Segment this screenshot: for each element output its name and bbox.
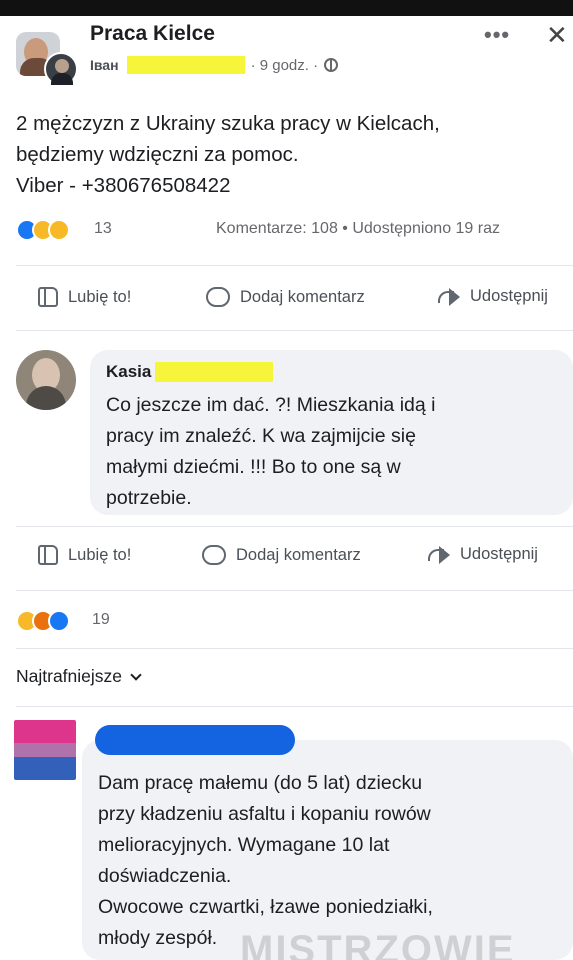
avatar-stack[interactable] (16, 30, 82, 86)
comment-share-button[interactable]: Udostępnij (428, 545, 538, 564)
comment-line: Co jeszcze im dać. ?! Mieszkania idą i (106, 394, 436, 416)
comment-line: pracy im znaleźć. K wa zajmijcie się (106, 425, 416, 447)
top-black-bar (0, 0, 573, 16)
reaction-count[interactable]: 19 (92, 611, 110, 629)
commenter-avatar[interactable] (16, 350, 76, 410)
watermark: MISTRZOWIE (240, 928, 516, 960)
share-arrow-icon (428, 545, 450, 564)
globe-icon (324, 58, 339, 72)
comment-label: Dodaj komentarz (240, 287, 365, 306)
share-label: Udostępnij (470, 287, 548, 305)
share-label: Udostępnij (460, 545, 538, 563)
like-reaction-icon (48, 610, 70, 632)
post-meta: Іван · 9 godz. · (90, 54, 339, 76)
divider (16, 648, 573, 649)
comment-line: przy kładzeniu asfaltu i kopaniu rowów (98, 803, 431, 825)
comment-action-bar: Lubię to! Dodaj komentarz Udostępnij (0, 545, 573, 575)
divider (16, 526, 573, 527)
comment-reactions[interactable]: 19 (16, 610, 573, 636)
divider (16, 706, 573, 707)
author-name[interactable]: Іван (90, 57, 119, 73)
comment-line: małymi dziećmi. !!! Bo to one są w (106, 456, 401, 478)
reaction-icons (16, 219, 70, 241)
comment-line: Owocowe czwartki, łzawe poniedziałki, (98, 896, 433, 918)
group-name[interactable]: Praca Kielce (90, 22, 215, 46)
post-time[interactable]: · 9 godz. · (251, 57, 319, 74)
speech-bubble-icon (206, 287, 230, 307)
close-icon[interactable]: ✕ (546, 20, 568, 51)
comment-line: Dam pracę małemu (do 5 lat) dziecku (98, 772, 423, 794)
commenter-avatar-flag[interactable] (14, 720, 76, 780)
more-options-button[interactable]: ••• (484, 22, 510, 48)
share-button[interactable]: Udostępnij (438, 287, 548, 306)
comment-line: doświadczenia. (98, 865, 232, 887)
post-header: Praca Kielce Іван · 9 godz. · ••• ✕ (16, 20, 568, 86)
speech-bubble-icon (202, 545, 226, 565)
comment-line: potrzebie. (106, 487, 192, 509)
like-label: Lubię to! (68, 545, 132, 564)
post-line: Viber - +380676508422 (16, 174, 231, 197)
post-line: 2 mężczyzn z Ukrainy szuka pracy w Kielc… (16, 112, 440, 135)
comment-text: Co jeszcze im dać. ?! Mieszkania idą i p… (106, 390, 435, 514)
sort-dropdown[interactable]: Najtrafniejsze (16, 666, 142, 687)
comment-reply-button[interactable]: Dodaj komentarz (202, 545, 361, 565)
post-reactions[interactable]: 13 Komentarze: 108 • Udostępniono 19 raz (16, 219, 573, 245)
chevron-down-icon (130, 668, 142, 681)
comment-text: Dam pracę małemu (do 5 lat) dziecku przy… (98, 768, 433, 954)
redacted-surname (155, 362, 274, 382)
post-line: będziemy wdzięczni za pomoc. (16, 143, 299, 166)
comment-line: melioracyjnych. Wymagane 10 lat (98, 834, 390, 856)
comment-author[interactable]: Kasia (106, 362, 274, 382)
comment-bubble: Dam pracę małemu (do 5 lat) dziecku przy… (82, 740, 573, 960)
divider (16, 330, 573, 331)
redacted-name (126, 56, 245, 74)
care-reaction-icon (48, 219, 70, 241)
redacted-author-name (95, 725, 295, 755)
divider (16, 265, 573, 266)
divider (16, 590, 573, 591)
like-button[interactable]: Lubię to! (38, 287, 131, 307)
post-action-bar: Lubię to! Dodaj komentarz Udostępnij (0, 287, 573, 317)
comment-like-button[interactable]: Lubię to! (38, 545, 131, 565)
share-arrow-icon (438, 287, 460, 306)
author-avatar[interactable] (44, 52, 78, 86)
comment-button[interactable]: Dodaj komentarz (206, 287, 365, 307)
post-stats[interactable]: Komentarze: 108 • Udostępniono 19 raz (216, 220, 500, 238)
comment-bubble: Kasia Co jeszcze im dać. ?! Mieszkania i… (90, 350, 573, 515)
thumbs-up-icon (38, 545, 58, 565)
reaction-count[interactable]: 13 (94, 220, 112, 238)
comment-label: Dodaj komentarz (236, 545, 361, 564)
sort-label: Najtrafniejsze (16, 666, 123, 686)
post-text: 2 mężczyzn z Ukrainy szuka pracy w Kielc… (16, 108, 561, 201)
reaction-icons (16, 610, 70, 632)
like-label: Lubię to! (68, 287, 132, 306)
thumbs-up-icon (38, 287, 58, 307)
